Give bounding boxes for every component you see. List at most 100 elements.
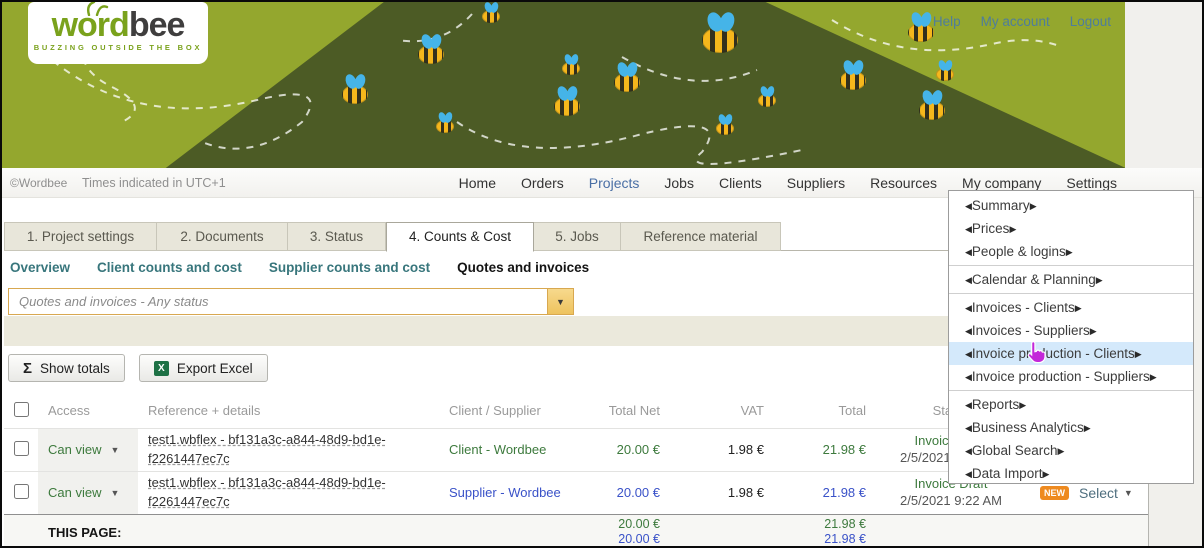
col-header-reference: Reference + details — [138, 394, 445, 428]
access-label: Can view — [48, 485, 101, 500]
arrow-right-icon: ▶ — [1090, 326, 1097, 336]
tab-project-settings[interactable]: 1. Project settings — [4, 222, 157, 251]
show-totals-button[interactable]: Σ Show totals — [8, 354, 125, 382]
menu-item-invoices-clients[interactable]: ◀Invoices - Clients▶ — [949, 296, 1193, 319]
new-badge: NEW — [1040, 486, 1069, 500]
subtab-client-counts[interactable]: Client counts and cost — [97, 260, 242, 275]
arrow-right-icon: ▶ — [1075, 303, 1082, 313]
subtab-overview[interactable]: Overview — [10, 260, 70, 275]
reference-link[interactable]: test1.wbflex - bf131a3c-a844-48d9-bd1e-f… — [148, 432, 386, 466]
access-dropdown[interactable]: Can view▼ — [38, 429, 138, 471]
arrow-left-icon: ◀ — [965, 247, 972, 257]
nav-home[interactable]: Home — [459, 175, 496, 191]
tab-reference-material[interactable]: Reference material — [621, 222, 781, 251]
menu-item-global-search[interactable]: ◀Global Search▶ — [949, 439, 1193, 462]
col-header-client-supplier: Client / Supplier — [445, 394, 587, 428]
timezone-note: Times indicated in UTC+1 — [82, 176, 226, 190]
arrow-right-icon: ▶ — [1096, 275, 1103, 285]
select-label: Select — [1079, 485, 1118, 501]
logo-tagline: BUZZING OUTSIDE THE BOX — [28, 43, 208, 52]
bee-icon — [702, 12, 738, 53]
total-cell: 21.98 € — [764, 428, 866, 471]
excel-icon — [154, 361, 169, 376]
export-excel-button[interactable]: Export Excel — [139, 354, 268, 382]
access-label: Can view — [48, 442, 101, 457]
nav-clients[interactable]: Clients — [719, 175, 762, 191]
totals-total-green: 21.98 € — [824, 517, 866, 531]
nav-orders[interactable]: Orders — [521, 175, 564, 191]
bee-icon — [840, 60, 866, 90]
arrow-right-icon: ▶ — [1084, 423, 1091, 433]
arrow-left-icon: ◀ — [965, 201, 972, 211]
nav-suppliers[interactable]: Suppliers — [787, 175, 845, 191]
menu-item-calendar-planning[interactable]: ◀Calendar & Planning▶ — [949, 268, 1193, 291]
arrow-left-icon: ◀ — [965, 275, 972, 285]
bee-icon — [482, 2, 500, 23]
menu-divider — [949, 265, 1193, 266]
nav-settings[interactable]: Settings — [1066, 175, 1117, 191]
logout-link[interactable]: Logout — [1070, 14, 1111, 29]
bee-icon — [716, 114, 734, 135]
tab-jobs[interactable]: 5. Jobs — [534, 222, 621, 251]
status-filter-dropdown-button[interactable]: ▼ — [547, 289, 573, 314]
dropdown-arrow-icon: ▼ — [556, 297, 565, 307]
arrow-right-icon: ▶ — [1057, 446, 1064, 456]
counts-subnav: Overview Client counts and cost Supplier… — [10, 260, 589, 275]
arrow-left-icon: ◀ — [965, 326, 972, 336]
menu-item-invoices-suppliers[interactable]: ◀Invoices - Suppliers▶ — [949, 319, 1193, 342]
tab-counts-cost[interactable]: 4. Counts & Cost — [386, 222, 534, 252]
client-supplier-cell: Client - Wordbee — [445, 428, 587, 471]
row-checkbox[interactable] — [14, 441, 29, 456]
arrow-left-icon: ◀ — [965, 446, 972, 456]
totals-label: THIS PAGE: — [38, 514, 445, 548]
vat-cell: 1.98 € — [660, 428, 764, 471]
row-select-dropdown[interactable]: Select ▼ — [1079, 485, 1133, 501]
arrow-left-icon: ◀ — [965, 423, 972, 433]
subtab-quotes-invoices[interactable]: Quotes and invoices — [457, 260, 589, 275]
chevron-down-icon: ▼ — [110, 488, 119, 498]
menu-item-invoice-production-clients[interactable]: ◀Invoice production - Clients▶ — [949, 342, 1193, 365]
nav-jobs[interactable]: Jobs — [664, 175, 694, 191]
col-header-total: Total — [764, 394, 866, 428]
arrow-left-icon: ◀ — [965, 303, 972, 313]
my-company-menu: ◀Summary▶ ◀Prices▶ ◀People & logins▶ ◀Ca… — [948, 190, 1194, 484]
banner-right-gap — [1125, 2, 1202, 168]
arrow-left-icon: ◀ — [965, 224, 972, 234]
status-filter-dropdown: ▼ — [8, 288, 574, 315]
nav-my-company[interactable]: My company — [962, 175, 1041, 191]
tab-documents[interactable]: 2. Documents — [157, 222, 288, 251]
col-header-total-net: Total Net — [587, 394, 660, 428]
arrow-left-icon: ◀ — [965, 349, 972, 359]
totals-net-green: 20.00 € — [618, 517, 660, 531]
status-filter-value[interactable] — [9, 289, 547, 314]
totals-total-blue: 21.98 € — [824, 532, 866, 546]
menu-item-prices[interactable]: ◀Prices▶ — [949, 217, 1193, 240]
menu-item-reports[interactable]: ◀Reports▶ — [949, 393, 1193, 416]
reference-link[interactable]: test1.wbflex - bf131a3c-a844-48d9-bd1e-f… — [148, 475, 386, 509]
export-excel-label: Export Excel — [177, 361, 253, 376]
bee-icon — [342, 74, 368, 104]
row-checkbox[interactable] — [14, 484, 29, 499]
menu-item-data-import[interactable]: ◀Data Import▶ — [949, 462, 1193, 485]
copyright-text: ©Wordbee — [10, 176, 67, 190]
menu-item-invoice-production-suppliers[interactable]: ◀Invoice production - Suppliers▶ — [949, 365, 1193, 388]
select-all-checkbox[interactable] — [14, 402, 29, 417]
tab-status[interactable]: 3. Status — [288, 222, 386, 251]
col-header-vat: VAT — [660, 394, 764, 428]
nav-projects[interactable]: Projects — [589, 175, 640, 191]
subtab-supplier-counts[interactable]: Supplier counts and cost — [269, 260, 430, 275]
chevron-down-icon: ▼ — [1124, 488, 1133, 498]
project-tabs: 1. Project settings 2. Documents 3. Stat… — [4, 222, 781, 252]
access-dropdown[interactable]: Can view ▼ — [38, 472, 138, 514]
vat-cell: 1.98 € — [660, 471, 764, 514]
menu-item-people-logins[interactable]: ◀People & logins▶ — [949, 240, 1193, 263]
menu-item-business-analytics[interactable]: ◀Business Analytics▶ — [949, 416, 1193, 439]
bee-icon — [936, 60, 954, 81]
my-account-link[interactable]: My account — [981, 14, 1050, 29]
help-link[interactable]: Help — [933, 14, 961, 29]
bee-icon — [908, 12, 934, 42]
menu-item-summary[interactable]: ◀Summary▶ — [949, 194, 1193, 217]
arrow-left-icon: ◀ — [965, 400, 972, 410]
bee-icon — [562, 54, 580, 75]
nav-resources[interactable]: Resources — [870, 175, 937, 191]
